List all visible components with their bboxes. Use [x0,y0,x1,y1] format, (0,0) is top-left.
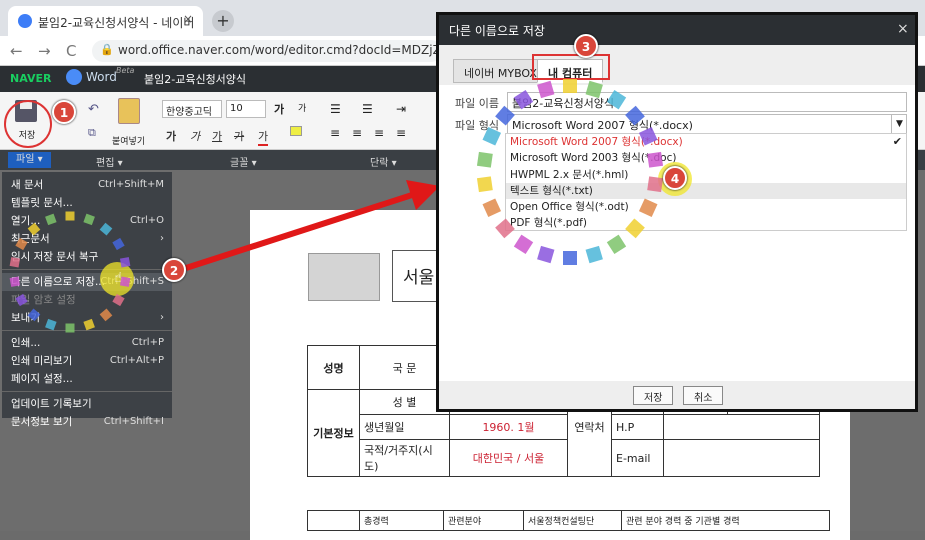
click-spinner-icon [9,79,664,333]
step-badge-4: 4 [663,166,687,190]
step-badge-2: 2 [162,258,186,282]
step-badge-3: 3 [574,34,598,58]
step-badge-1: 1 [52,100,76,124]
